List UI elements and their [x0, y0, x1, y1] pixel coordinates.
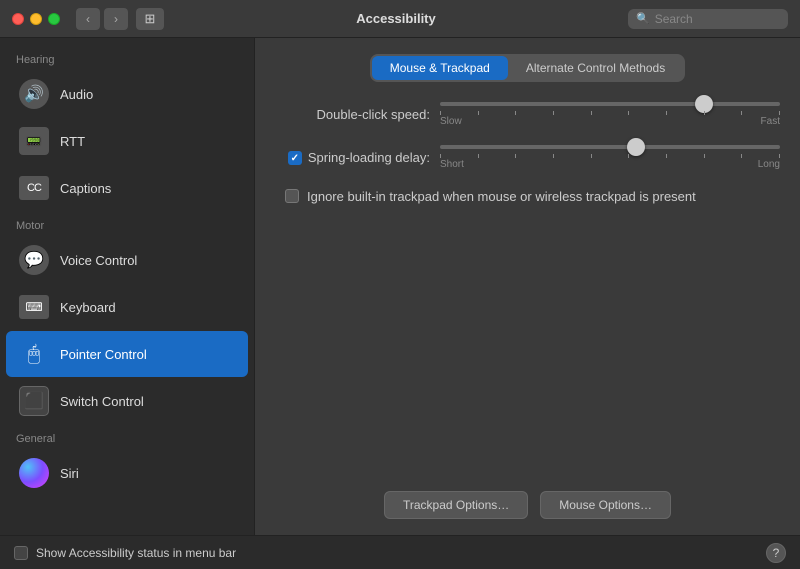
content-area: Mouse & Trackpad Alternate Control Metho…	[255, 38, 800, 535]
sidebar-item-switch-control[interactable]: ⬛ Switch Control	[6, 378, 248, 424]
trackpad-options-button[interactable]: Trackpad Options…	[384, 491, 528, 519]
keyboard-icon: ⌨	[19, 295, 49, 319]
grid-button[interactable]: ⊞	[136, 8, 164, 30]
captions-icon: CC	[19, 176, 49, 200]
sidebar-item-voice-control[interactable]: 💬 Voice Control	[6, 237, 248, 283]
status-bar-checkbox[interactable]	[14, 546, 28, 560]
main-container: Hearing 🔊 Audio 📟 RTT CC Captions Motor …	[0, 38, 800, 535]
sidebar-item-siri[interactable]: Siri	[6, 450, 248, 496]
siri-icon	[19, 458, 49, 488]
double-click-track	[440, 102, 780, 106]
segmented-control: Mouse & Trackpad Alternate Control Metho…	[370, 54, 685, 82]
sidebar-section-hearing: Hearing	[0, 46, 254, 70]
sidebar-label-keyboard: Keyboard	[60, 300, 116, 315]
sidebar-label-siri: Siri	[60, 466, 79, 481]
bottom-buttons: Trackpad Options… Mouse Options…	[275, 491, 780, 519]
help-button[interactable]: ?	[766, 543, 786, 563]
status-bar-label: Show Accessibility status in menu bar	[36, 546, 236, 560]
sidebar-section-motor: Motor	[0, 212, 254, 236]
tab-alternate-control[interactable]: Alternate Control Methods	[508, 56, 683, 80]
sidebar-item-audio[interactable]: 🔊 Audio	[6, 71, 248, 117]
double-click-label: Double-click speed:	[275, 107, 430, 122]
close-button[interactable]	[12, 13, 24, 25]
double-click-row: Double-click speed:	[275, 102, 780, 127]
sidebar-label-rtt: RTT	[60, 134, 85, 149]
window-title: Accessibility	[172, 11, 620, 26]
ignore-trackpad-label: Ignore built-in trackpad when mouse or w…	[307, 188, 696, 206]
double-click-slider-container: Slow Fast	[440, 102, 780, 127]
mouse-options-button[interactable]: Mouse Options…	[540, 491, 671, 519]
tab-mouse-trackpad[interactable]: Mouse & Trackpad	[372, 56, 508, 80]
sidebar-item-keyboard[interactable]: ⌨ Keyboard	[6, 284, 248, 330]
rtt-icon: 📟	[19, 127, 49, 155]
spring-loading-checkbox[interactable]: ✓	[288, 151, 302, 165]
titlebar: ‹ › ⊞ Accessibility 🔍	[0, 0, 800, 38]
ignore-trackpad-row: Ignore built-in trackpad when mouse or w…	[285, 188, 780, 206]
pointer-icon: 🖱	[19, 339, 49, 369]
sidebar-label-voice-control: Voice Control	[60, 253, 137, 268]
sidebar-label-pointer-control: Pointer Control	[60, 347, 147, 362]
sidebar-item-captions[interactable]: CC Captions	[6, 165, 248, 211]
search-box: 🔍	[628, 9, 788, 29]
sidebar-label-audio: Audio	[60, 87, 93, 102]
ignore-trackpad-checkbox[interactable]	[285, 189, 299, 203]
search-input[interactable]	[655, 12, 780, 26]
sidebar-section-general: General	[0, 425, 254, 449]
double-click-fast-label: Fast	[761, 116, 780, 127]
spring-loading-label: Spring-loading delay:	[308, 150, 430, 165]
spring-short-label: Short	[440, 159, 464, 170]
traffic-lights	[12, 13, 60, 25]
audio-icon: 🔊	[19, 79, 49, 109]
spring-loading-track	[440, 145, 780, 149]
spring-loading-row: ✓ Spring-loading delay:	[275, 145, 780, 170]
sidebar-item-pointer-control[interactable]: 🖱 Pointer Control	[6, 331, 248, 377]
nav-buttons: ‹ ›	[76, 8, 128, 30]
maximize-button[interactable]	[48, 13, 60, 25]
switch-icon: ⬛	[19, 386, 49, 416]
voice-icon: 💬	[19, 245, 49, 275]
back-button[interactable]: ‹	[76, 8, 100, 30]
forward-button[interactable]: ›	[104, 8, 128, 30]
statusbar: Show Accessibility status in menu bar ?	[0, 535, 800, 569]
sidebar-label-switch-control: Switch Control	[60, 394, 144, 409]
sidebar-item-rtt[interactable]: 📟 RTT	[6, 118, 248, 164]
sidebar-label-captions: Captions	[60, 181, 111, 196]
double-click-slow-label: Slow	[440, 116, 462, 127]
sidebar: Hearing 🔊 Audio 📟 RTT CC Captions Motor …	[0, 38, 255, 535]
minimize-button[interactable]	[30, 13, 42, 25]
spring-loading-slider-container: Short Long	[440, 145, 780, 170]
search-icon: 🔍	[636, 12, 650, 25]
spring-long-label: Long	[758, 159, 780, 170]
